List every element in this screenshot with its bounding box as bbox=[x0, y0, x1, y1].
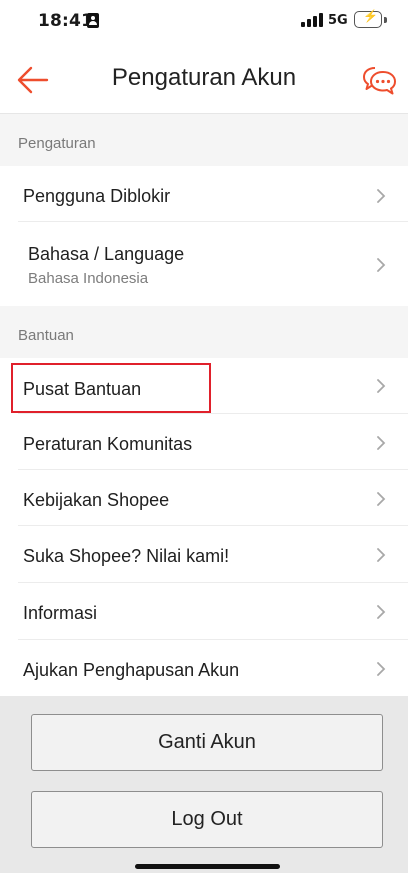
status-time: 18:41 bbox=[38, 11, 94, 31]
settings-item-sublabel: Bahasa Indonesia bbox=[28, 270, 149, 287]
chevron-right-icon bbox=[377, 258, 386, 272]
status-bar: 18:41 5G ⚡ bbox=[0, 0, 408, 44]
settings-item-blocked-users[interactable]: Pengguna Diblokir bbox=[0, 166, 408, 222]
chevron-right-icon bbox=[377, 436, 386, 450]
settings-item-language[interactable]: Bahasa / Language Bahasa Indonesia bbox=[0, 222, 408, 306]
home-indicator[interactable] bbox=[135, 864, 280, 869]
page-title: Pengaturan Akun bbox=[111, 64, 297, 91]
app-header: Pengaturan Akun bbox=[0, 44, 408, 114]
section-header-bantuan: Bantuan bbox=[0, 306, 408, 358]
settings-item-label: Pengguna Diblokir bbox=[23, 186, 171, 206]
logout-button[interactable]: Log Out bbox=[31, 791, 383, 848]
help-item-information[interactable]: Informasi bbox=[0, 583, 408, 640]
help-item-rate-us[interactable]: Suka Shopee? Nilai kami! bbox=[0, 526, 408, 583]
help-item-label: Suka Shopee? Nilai kami! bbox=[23, 546, 230, 566]
chevron-right-icon bbox=[377, 548, 386, 562]
help-item-shopee-policy[interactable]: Kebijakan Shopee bbox=[0, 470, 408, 526]
chevron-right-icon bbox=[377, 605, 386, 619]
id-card-icon bbox=[87, 13, 99, 28]
help-item-label: Ajukan Penghapusan Akun bbox=[23, 660, 240, 680]
help-item-label: Kebijakan Shopee bbox=[23, 490, 170, 510]
help-item-community-rules[interactable]: Peraturan Komunitas bbox=[0, 414, 408, 470]
chevron-right-icon bbox=[377, 189, 386, 203]
section-header-pengaturan: Pengaturan bbox=[0, 114, 408, 166]
chevron-right-icon bbox=[377, 662, 386, 676]
help-item-label: Pusat Bantuan bbox=[23, 379, 142, 399]
battery-icon: ⚡ bbox=[354, 10, 382, 28]
network-type: 5G bbox=[328, 13, 348, 28]
signal-icon bbox=[301, 13, 323, 27]
chat-bubbles-icon bbox=[363, 67, 396, 95]
settings-item-label: Bahasa / Language bbox=[28, 244, 185, 264]
battery-tip bbox=[384, 17, 387, 23]
switch-account-button[interactable]: Ganti Akun bbox=[31, 714, 383, 771]
help-item-label: Peraturan Komunitas bbox=[23, 434, 193, 454]
help-item-label: Informasi bbox=[23, 603, 98, 623]
help-item-delete-account[interactable]: Ajukan Penghapusan Akun bbox=[0, 640, 408, 696]
help-item-help-center[interactable]: Pusat Bantuan bbox=[0, 358, 408, 414]
chevron-right-icon bbox=[377, 492, 386, 506]
chevron-right-icon bbox=[377, 379, 386, 393]
chat-button[interactable] bbox=[362, 66, 398, 96]
